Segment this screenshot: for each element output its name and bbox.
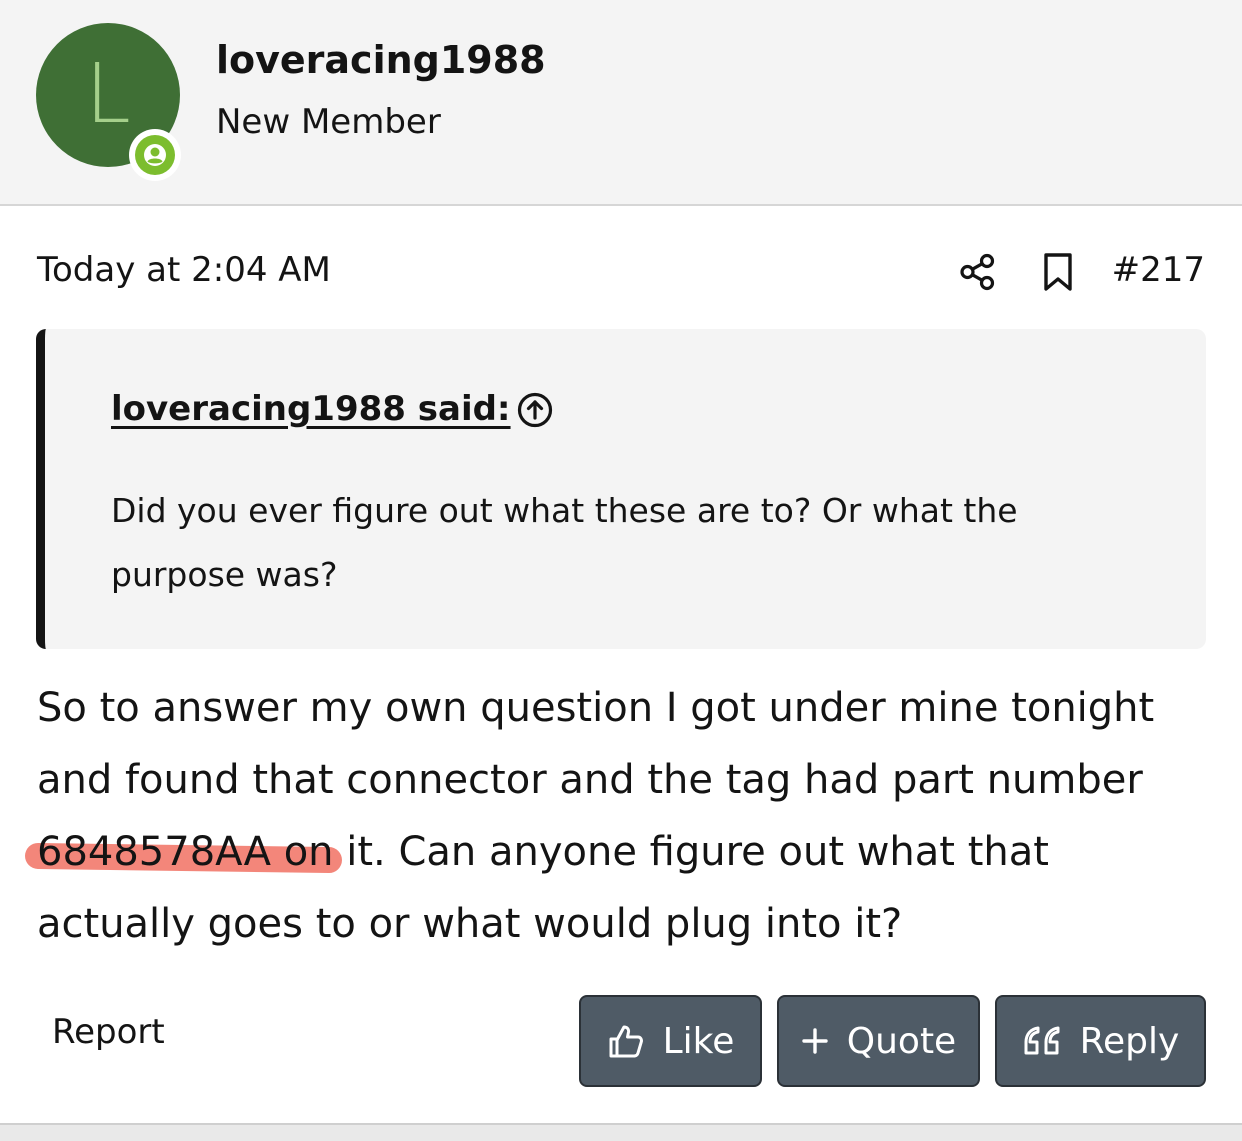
report-link[interactable]: Report	[52, 1012, 165, 1052]
message-text-before: So to answer my own question I got under…	[37, 685, 1155, 803]
share-icon[interactable]	[958, 252, 998, 292]
reply-button[interactable]: Reply	[995, 995, 1206, 1087]
highlighted-part-number: 6848578AA on	[24, 829, 342, 875]
user-title: New Member	[216, 102, 441, 142]
message-body: So to answer my own question I got under…	[24, 672, 1217, 960]
quote-button[interactable]: Quote	[777, 995, 980, 1087]
like-button[interactable]: Like	[579, 995, 762, 1087]
reply-label: Reply	[1079, 1020, 1180, 1062]
post-number-link[interactable]: #217	[1112, 250, 1205, 290]
like-label: Like	[662, 1020, 735, 1062]
plus-icon	[802, 1028, 828, 1054]
arrow-up-circle-icon[interactable]	[516, 391, 554, 429]
bookmark-icon[interactable]	[1040, 252, 1076, 292]
quote-author-link[interactable]: loveracing1988 said:	[111, 389, 511, 429]
quote-label: Quote	[846, 1020, 957, 1062]
post-date-link[interactable]: Today at 2:04 AM	[37, 250, 331, 290]
quote-block: loveracing1988 said: Did you ever figure…	[36, 329, 1206, 649]
quote-text: Did you ever figure out what these are t…	[111, 491, 1018, 594]
forum-post: L loveracing1988 New Member Today at 2:0…	[0, 0, 1242, 1141]
quote-marks-icon	[1024, 1026, 1060, 1055]
username-link[interactable]: loveracing1988	[216, 38, 546, 82]
post-bottom-divider	[0, 1123, 1242, 1141]
user-header: L loveracing1988 New Member	[0, 0, 1242, 206]
user-icon	[144, 144, 166, 166]
highlighted-text: 6848578AA on	[37, 829, 334, 875]
thumbs-up-icon	[609, 1025, 643, 1058]
online-status-badge	[129, 129, 181, 181]
